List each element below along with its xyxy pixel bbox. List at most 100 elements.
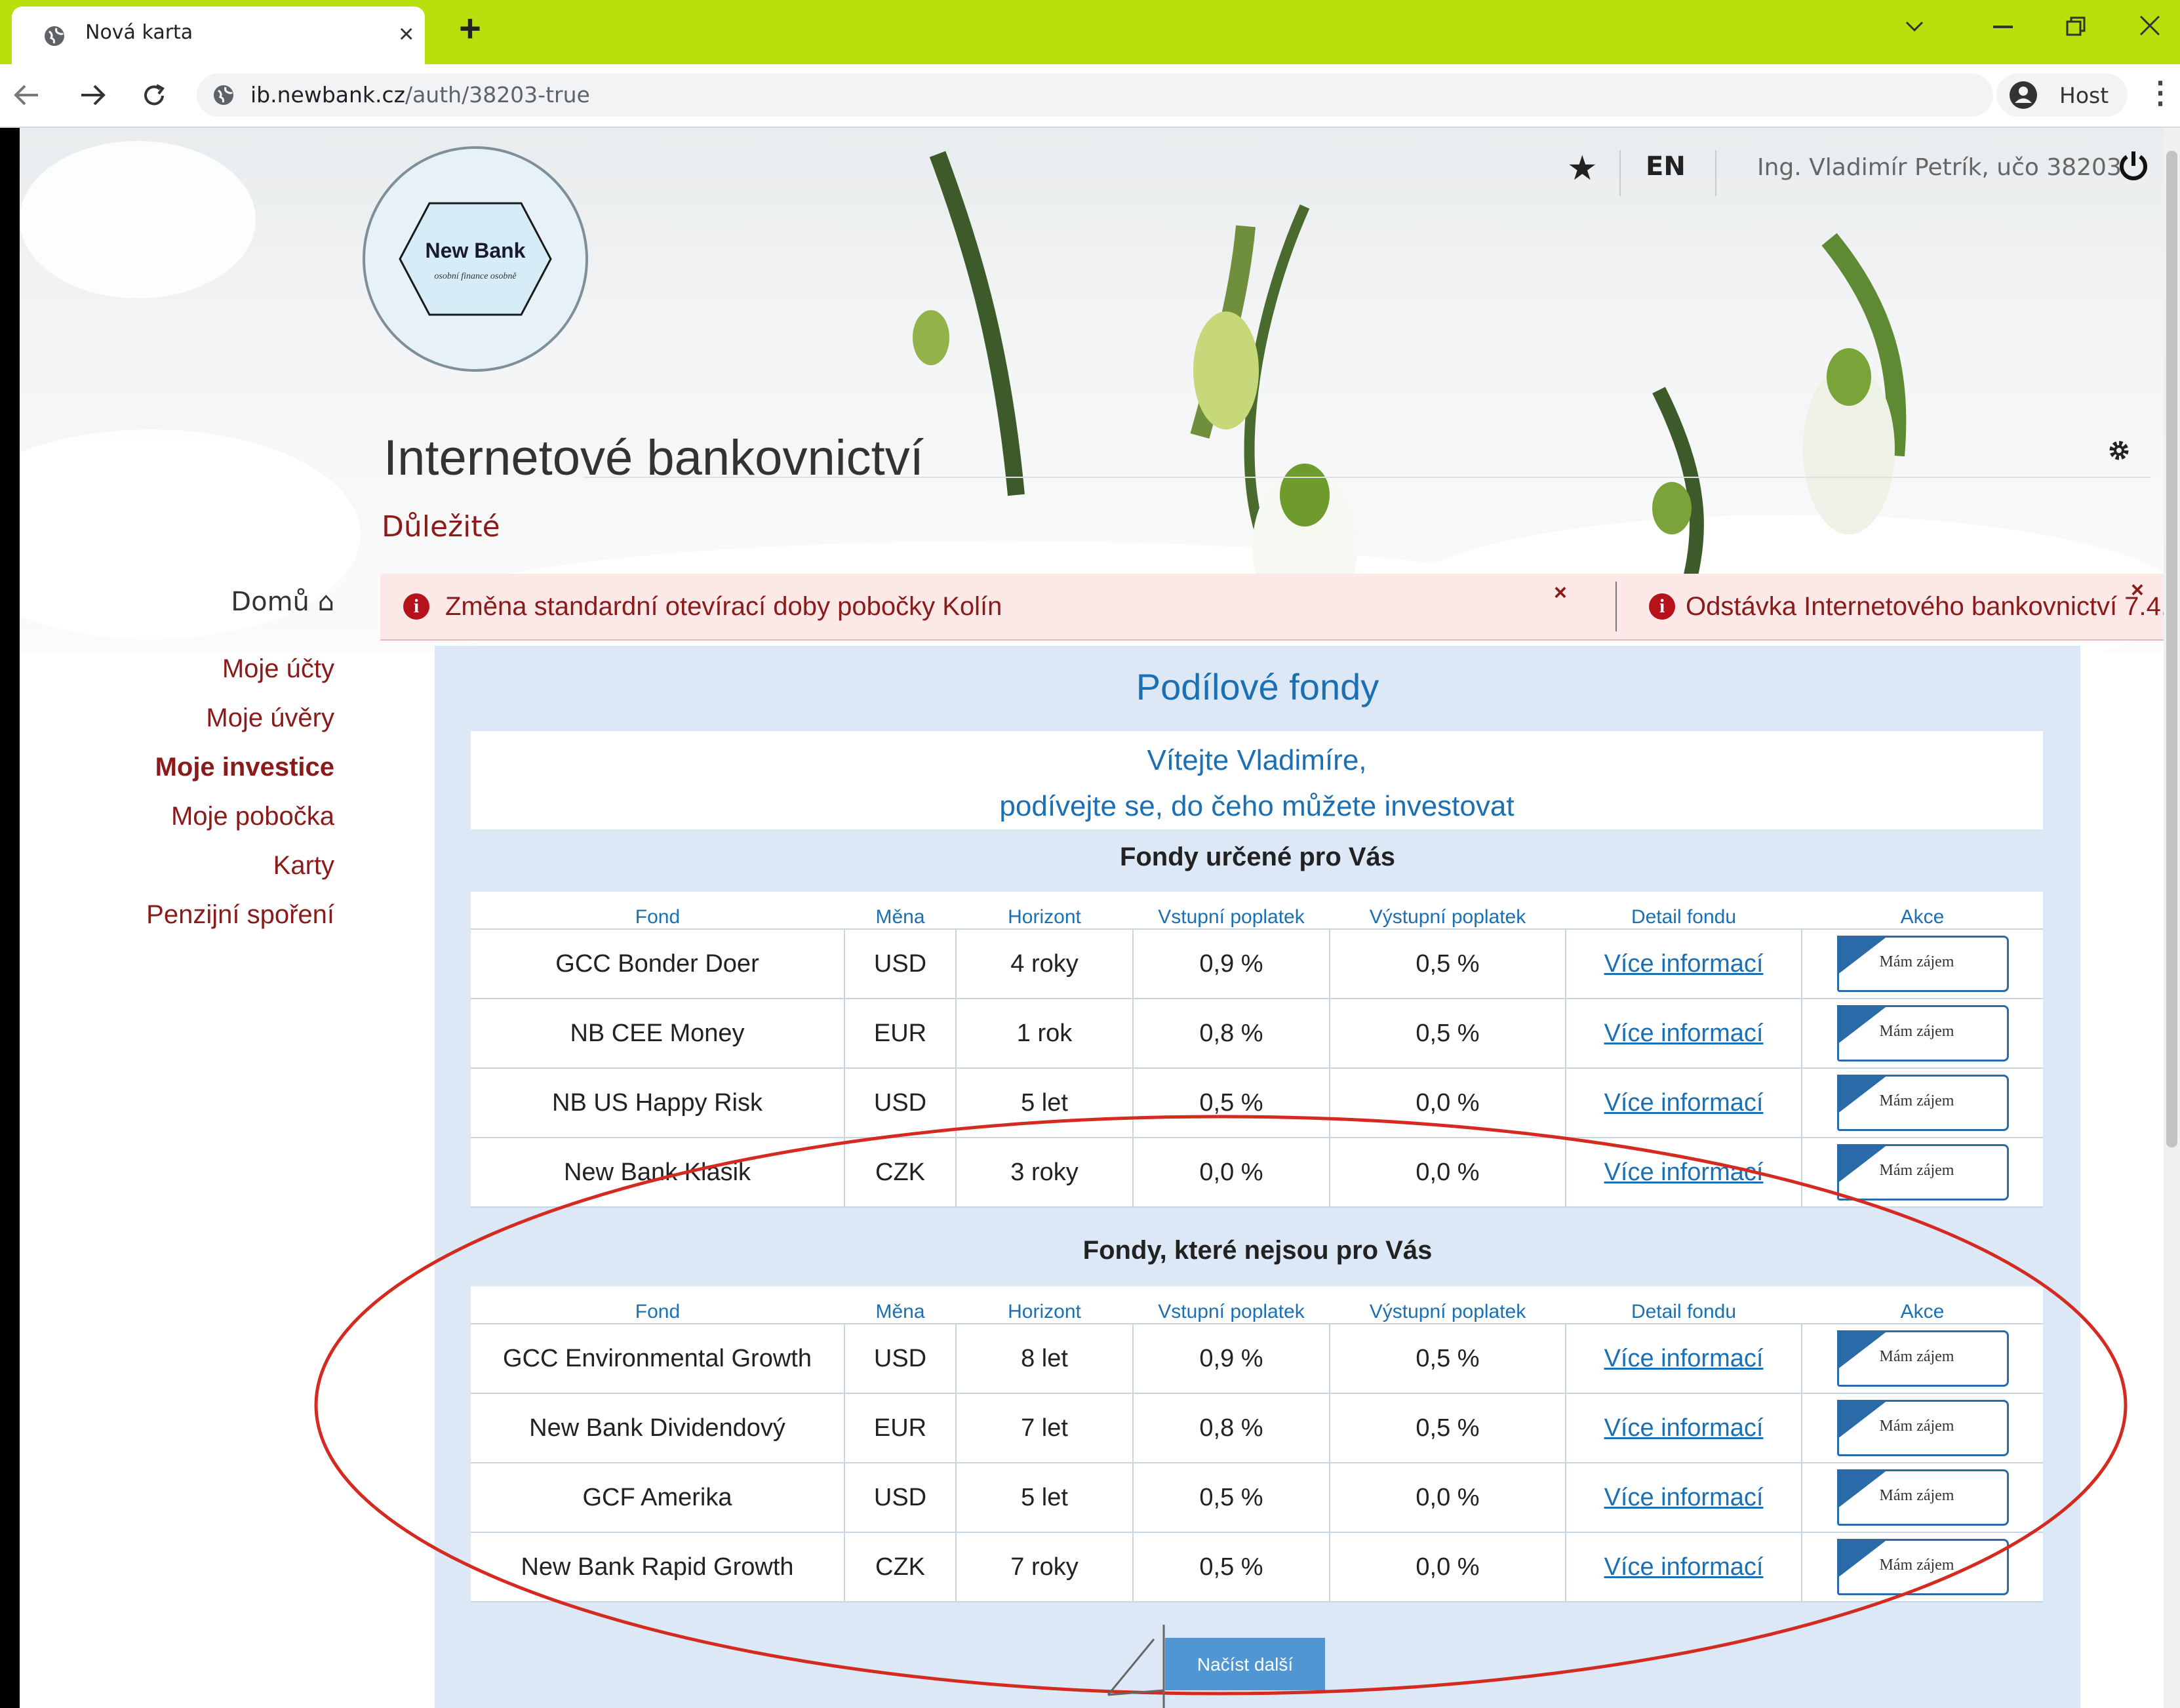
alert-item[interactable]: i Změna standardní otevírací doby pobočk… [403, 574, 1002, 639]
url-input[interactable]: ib.newbank.cz/auth/38203-true [197, 73, 1993, 117]
nav-item-loans[interactable]: Moje úvěry [59, 694, 334, 743]
restore-icon[interactable] [2065, 16, 2086, 37]
exit-fee-cell: 0,5 % [1329, 1393, 1566, 1463]
entry-fee-cell: 0,9 % [1132, 929, 1330, 999]
welcome-line: Vítejte Vladimíre, [1147, 744, 1367, 776]
alert-item[interactable]: i Odstávka Internetového bankovnictví 7.… [1649, 574, 2164, 639]
minimize-icon[interactable] [1993, 25, 2013, 29]
new-tab-button[interactable]: + [459, 7, 481, 50]
detail-link-cell: Více informací [1565, 1138, 1802, 1208]
nav-item-investments[interactable]: Moje investice [59, 743, 334, 792]
action-cell: Mám zájem [1801, 1138, 2043, 1208]
table-row: NB CEE Money EUR 1 rok 0,8 % 0,5 % Více infor… [471, 999, 2043, 1069]
more-info-link[interactable]: Více informací [1604, 1020, 1764, 1047]
interest-button[interactable]: Mám zájem [1836, 1144, 2009, 1201]
more-info-link[interactable]: Více informací [1604, 1414, 1764, 1442]
horizon-cell: 4 roky [955, 929, 1133, 999]
back-icon[interactable] [13, 84, 39, 106]
currency-cell: EUR [844, 999, 956, 1069]
fund-name-cell: GCF Amerika [471, 1463, 844, 1533]
window-edge [0, 128, 20, 1708]
scrollbar-thumb[interactable] [2166, 151, 2177, 1147]
column-header: Výstupní poplatek [1330, 892, 1566, 930]
browser-menu-icon[interactable]: ⋮ [2145, 75, 2175, 110]
user-name: Ing. Vladimír Petrík, učo 38203 [1757, 154, 2122, 181]
close-window-icon[interactable] [2139, 14, 2161, 37]
interest-button[interactable]: Mám zájem [1836, 1469, 2009, 1526]
title-rule [584, 477, 2150, 478]
reload-icon[interactable] [141, 83, 167, 109]
horizon-cell: 5 let [955, 1463, 1133, 1533]
interest-button-label: Mám zájem [1879, 1023, 1954, 1040]
browser-tab-strip: Nová karta × + [0, 0, 2180, 64]
interest-button-label: Mám zájem [1879, 1418, 1954, 1435]
alert-text[interactable]: Odstávka Internetového bankovnictví 7.4.… [1686, 592, 2164, 622]
table-row: New Bank Dividendový EUR 7 let 0,8 % 0,5 % Ví… [471, 1393, 2043, 1463]
alert-info-icon: i [1649, 593, 1675, 620]
interest-button[interactable]: Mám zájem [1836, 1005, 2009, 1062]
more-info-link[interactable]: Více informací [1604, 1159, 1764, 1186]
currency-cell: USD [844, 1324, 956, 1394]
fund-name-cell: New Bank Klasik [471, 1138, 844, 1208]
alert-text[interactable]: Změna standardní otevírací doby pobočky … [445, 592, 1002, 622]
nav-home[interactable]: Domů ⌂ [59, 587, 334, 617]
table-row: GCC Bonder Doer USD 4 roky 0,9 % 0,5 % Více i… [471, 929, 2043, 999]
table-row: New Bank Rapid Growth CZK 7 roky 0,5 % 0,0 %… [471, 1532, 2043, 1602]
alert-close-icon[interactable]: × [1554, 580, 1567, 606]
more-info-link[interactable]: Více informací [1604, 1553, 1764, 1581]
table-row: GCF Amerika USD 5 let 0,5 % 0,0 % Více inform… [471, 1463, 2043, 1533]
tab-search-chevron-icon[interactable] [1905, 20, 1924, 33]
horizon-cell: 1 rok [955, 999, 1133, 1069]
column-header: Horizont [956, 1286, 1133, 1324]
alert-close-icon[interactable]: × [2131, 578, 2144, 603]
section-title: Fondy určené pro Vás [1119, 843, 1396, 871]
more-info-link[interactable]: Více informací [1604, 1345, 1764, 1372]
interest-button-label: Mám zájem [1879, 1487, 1954, 1504]
currency-cell: CZK [844, 1532, 956, 1602]
table-row: New Bank Klasik CZK 3 roky 0,0 % 0,0 % Více i… [471, 1138, 2043, 1208]
nav-item-pension[interactable]: Penzijní spoření [59, 890, 334, 940]
settings-gear-icon[interactable] [2106, 437, 2132, 464]
column-header: Detail fondu [1566, 1286, 1802, 1324]
alert-divider [1615, 582, 1617, 631]
tab-close-icon[interactable]: × [399, 20, 414, 49]
nav-item-accounts[interactable]: Moje účty [59, 645, 334, 694]
interest-button[interactable]: Mám zájem [1836, 936, 2009, 992]
column-header: Fond [471, 1286, 844, 1324]
site-info-icon[interactable] [212, 84, 235, 106]
fund-table-recommended: Fond Měna Horizont Vstupní poplatek Výstupní… [471, 892, 2043, 1208]
forward-icon[interactable] [80, 84, 106, 106]
new-bank-logo[interactable]: New Bank osobní finance osobně [357, 141, 593, 377]
interest-button[interactable]: Mám zájem [1836, 1075, 2009, 1131]
interest-button[interactable]: Mám zájem [1836, 1539, 2009, 1595]
currency-cell: USD [844, 1463, 956, 1533]
table-header-row: Fond Měna Horizont Vstupní poplatek Výstupní… [471, 1286, 2043, 1324]
browser-tab[interactable]: Nová karta × [12, 7, 425, 64]
load-more-button[interactable]: Načíst další [1165, 1638, 1325, 1690]
fund-table-not-recommended: Fond Měna Horizont Vstupní poplatek Výstupní… [471, 1286, 2043, 1602]
more-info-link[interactable]: Více informací [1604, 1089, 1764, 1117]
interest-button[interactable]: Mám zájem [1836, 1330, 2009, 1387]
nav-item-cards[interactable]: Karty [59, 841, 334, 890]
welcome-box: Vítejte Vladimíre, podívejte se, do čeho… [471, 731, 2043, 829]
fund-name-cell: NB US Happy Risk [471, 1068, 844, 1138]
column-header: Výstupní poplatek [1330, 1286, 1566, 1324]
logout-power-icon[interactable] [2116, 149, 2150, 183]
profile-label: Host [2059, 83, 2109, 108]
column-header: Detail fondu [1566, 892, 1802, 930]
nav-item-branch[interactable]: Moje pobočka [59, 792, 334, 841]
action-cell: Mám zájem [1801, 929, 2043, 999]
entry-fee-cell: 0,9 % [1132, 1324, 1330, 1394]
fund-name-cell: New Bank Rapid Growth [471, 1532, 844, 1602]
more-info-link[interactable]: Více informací [1604, 950, 1764, 978]
column-header: Měna [844, 1286, 956, 1324]
column-header: Horizont [956, 892, 1133, 930]
language-switch[interactable]: EN [1646, 151, 1686, 182]
favorite-star-icon[interactable]: ★ [1567, 149, 1598, 188]
interest-button[interactable]: Mám zájem [1836, 1400, 2009, 1456]
entry-fee-cell: 0,0 % [1132, 1138, 1330, 1208]
profile-button[interactable]: Host [1996, 73, 2128, 117]
more-info-link[interactable]: Více informací [1604, 1484, 1764, 1511]
exit-fee-cell: 0,0 % [1329, 1068, 1566, 1138]
detail-link-cell: Více informací [1565, 1532, 1802, 1602]
